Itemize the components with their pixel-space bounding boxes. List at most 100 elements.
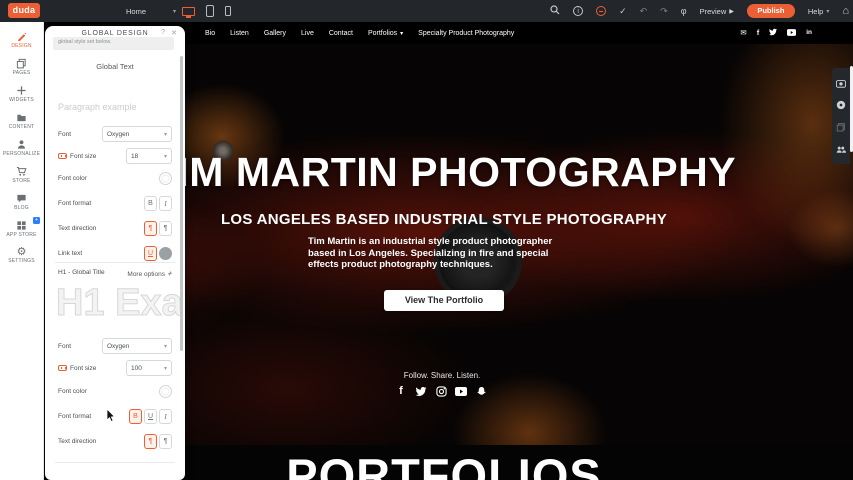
sidebar-label: SETTINGS xyxy=(8,258,35,264)
tablet-view-icon[interactable] xyxy=(206,5,214,17)
link-text-row: Link text U xyxy=(58,246,172,261)
link-color-swatch[interactable] xyxy=(159,247,172,260)
sidebar-item-blog[interactable]: BLOG xyxy=(0,188,43,215)
folder-icon xyxy=(16,112,27,123)
font-format-label: Font format xyxy=(58,413,91,420)
app-store-badge: + xyxy=(33,217,40,224)
preview-label: Preview xyxy=(700,7,727,16)
publish-button[interactable]: Publish xyxy=(747,4,795,18)
done-check-icon[interactable]: ✓ xyxy=(619,7,627,16)
h1-text-direction-row: Text direction ¶ ¶ xyxy=(58,434,172,449)
connected-style-icon xyxy=(58,153,67,159)
sidebar-item-personalize[interactable]: PERSONALIZE xyxy=(0,134,43,161)
search-icon[interactable] xyxy=(550,5,560,17)
dashboard-home-icon[interactable]: ⌂ xyxy=(842,6,849,17)
email-icon[interactable]: ✉ xyxy=(740,29,746,37)
italic-button[interactable]: I xyxy=(159,196,172,211)
linkedin-icon[interactable]: in xyxy=(806,30,812,37)
page-selector-dropdown[interactable]: Home ▾ xyxy=(122,3,180,19)
text-direction-row: Text direction ¶ ¶ xyxy=(58,221,172,236)
mobile-view-icon[interactable] xyxy=(225,6,231,16)
facebook-icon[interactable]: f xyxy=(395,385,407,398)
nav-link-bio[interactable]: Bio xyxy=(205,30,215,37)
chevron-up-icon: ▴ xyxy=(169,269,172,276)
sidebar-item-pages[interactable]: PAGES xyxy=(0,53,43,80)
font-size-dropdown[interactable]: 18 ▾ xyxy=(126,148,172,164)
panel-note-text: global style set below. xyxy=(58,39,112,45)
team-icon[interactable] xyxy=(836,144,846,154)
h1-font-size-dropdown[interactable]: 100 ▾ xyxy=(126,360,172,376)
mouse-cursor xyxy=(106,409,116,428)
help-icon[interactable]: ? xyxy=(161,29,165,36)
sidebar-item-content[interactable]: CONTENT xyxy=(0,107,43,134)
h1-font-dropdown[interactable]: Oxygen ▾ xyxy=(102,338,172,354)
color-swatch[interactable] xyxy=(159,172,172,185)
nav-link-specialty[interactable]: Specialty Product Photography xyxy=(418,30,514,37)
italic-button[interactable]: I xyxy=(159,409,172,424)
nav-link-portfolios[interactable]: Portfolios ▾ xyxy=(368,30,403,37)
facebook-icon[interactable]: f xyxy=(757,29,760,37)
chevron-down-icon: ▾ xyxy=(400,30,403,37)
snapchat-icon[interactable] xyxy=(475,385,487,398)
nav-link-live[interactable]: Live xyxy=(301,30,314,37)
twitter-icon[interactable] xyxy=(769,28,777,38)
panel-scrollbar[interactable] xyxy=(180,56,183,351)
chevron-down-icon: ▾ xyxy=(164,343,167,350)
layers-icon[interactable] xyxy=(836,122,846,132)
paragraph-style-preview: Paragraph example xyxy=(58,102,137,112)
nav-link-gallery[interactable]: Gallery xyxy=(264,30,286,37)
cart-icon xyxy=(16,166,27,177)
label-text: Font size xyxy=(70,365,96,372)
font-size-value: 18 xyxy=(131,153,138,160)
h1-section-header[interactable]: H1 - Global Title ▴ xyxy=(58,269,172,276)
youtube-icon[interactable] xyxy=(787,29,796,38)
sidebar-item-store[interactable]: STORE xyxy=(0,161,43,188)
font-label: Font xyxy=(58,343,71,350)
sidebar-label: PERSONALIZE xyxy=(3,151,40,157)
label-text: Font size xyxy=(70,153,96,160)
sidebar-item-settings[interactable]: ⚙ SETTINGS xyxy=(0,242,43,269)
preview-button[interactable]: Preview ▶ xyxy=(700,7,734,16)
comments-mode-icon[interactable] xyxy=(596,6,606,16)
link-underline-button[interactable]: U xyxy=(144,246,157,261)
media-icon[interactable] xyxy=(836,78,846,88)
link-text-label: Link text xyxy=(58,250,82,257)
nav-link-listen[interactable]: Listen xyxy=(230,30,249,37)
comments-icon[interactable] xyxy=(836,100,846,110)
chevron-down-icon: ▾ xyxy=(826,8,829,15)
text-direction-label: Text direction xyxy=(58,438,96,445)
dev-mode-icon[interactable]: φ xyxy=(681,7,687,16)
redo-icon[interactable]: ↷ xyxy=(660,7,668,16)
bold-button[interactable]: B xyxy=(144,196,157,211)
hero-description[interactable]: Tim Martin is an industrial style produc… xyxy=(308,236,564,271)
duda-logo[interactable]: duda xyxy=(8,3,40,18)
section-divider xyxy=(55,462,175,463)
youtube-icon[interactable] xyxy=(455,385,467,398)
direction-ltr-button[interactable]: ¶ xyxy=(144,221,157,236)
nav-link-label: Portfolios xyxy=(368,30,397,37)
site-nav-social: ✉ f in xyxy=(740,22,812,44)
font-value: Oxygen xyxy=(107,131,129,138)
help-menu[interactable]: Help ▾ xyxy=(808,7,829,16)
text-direction-label: Text direction xyxy=(58,225,96,232)
info-icon[interactable]: i xyxy=(573,6,583,16)
sidebar-item-app-store[interactable]: + APP STORE xyxy=(0,215,43,242)
nav-link-contact[interactable]: Contact xyxy=(329,30,353,37)
twitter-icon[interactable] xyxy=(415,385,427,398)
instagram-icon[interactable] xyxy=(435,385,447,398)
view-portfolio-button[interactable]: View The Portfolio xyxy=(384,290,504,311)
desktop-view-icon[interactable] xyxy=(182,7,195,16)
close-icon[interactable]: ✕ xyxy=(171,29,177,37)
sidebar-item-design[interactable]: DESIGN xyxy=(0,26,43,53)
direction-rtl-button[interactable]: ¶ xyxy=(159,221,172,236)
font-dropdown[interactable]: Oxygen ▾ xyxy=(102,126,172,142)
direction-rtl-button[interactable]: ¶ xyxy=(159,434,172,449)
bold-button[interactable]: B xyxy=(129,409,142,424)
sidebar-label: APP STORE xyxy=(6,232,36,238)
undo-icon[interactable]: ↶ xyxy=(640,7,648,16)
sidebar-item-widgets[interactable]: WIDGETS xyxy=(0,80,43,107)
direction-ltr-button[interactable]: ¶ xyxy=(144,434,157,449)
site-nav-links: Bio Listen Gallery Live Contact Portfoli… xyxy=(205,22,514,44)
underline-button[interactable]: U xyxy=(144,409,157,424)
color-swatch[interactable] xyxy=(159,385,172,398)
